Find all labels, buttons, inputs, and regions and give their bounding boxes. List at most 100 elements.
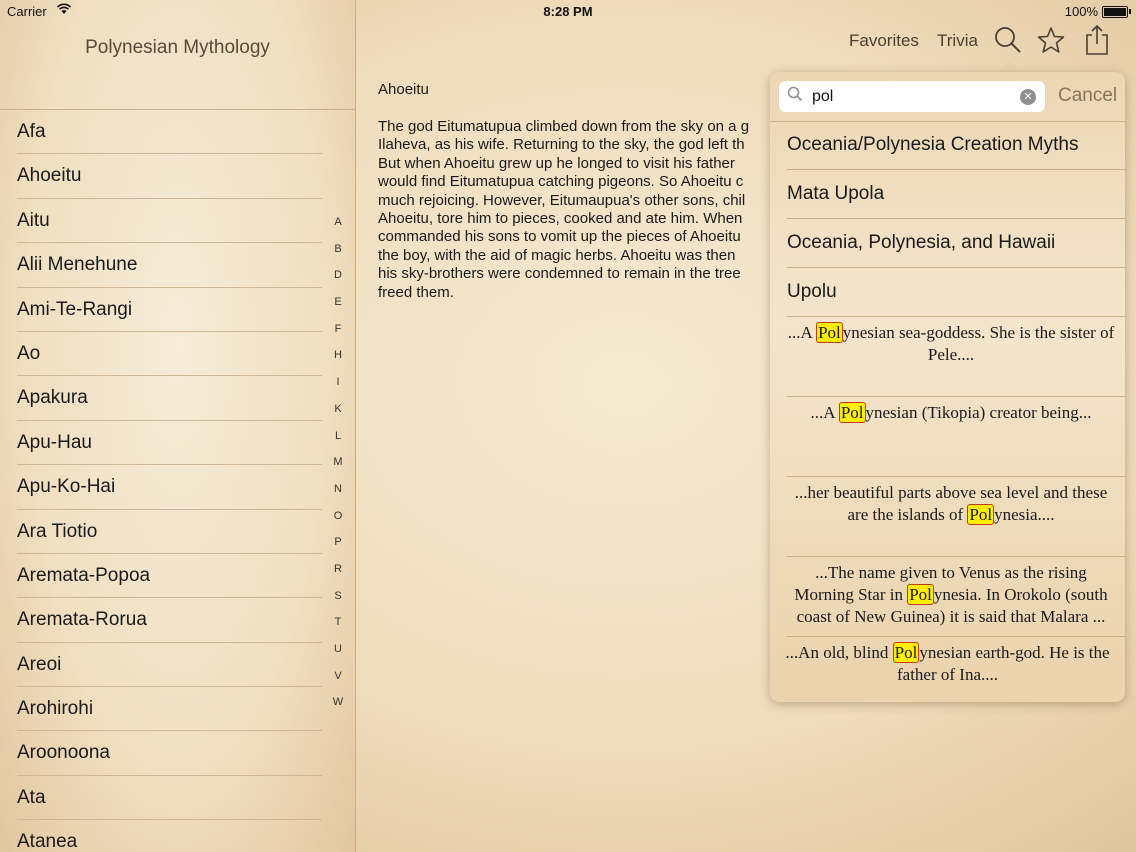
list-item[interactable]: Aitu [17,199,322,244]
search-snippet[interactable]: ...her beautiful parts above sea level a… [787,477,1125,557]
index-letter[interactable]: N [328,483,348,510]
list-item[interactable]: Aroonoona [17,731,322,776]
battery-tip [1129,9,1131,14]
index-letter[interactable]: O [328,510,348,537]
search-result-label: Oceania, Polynesia, and Hawaii [787,232,1056,253]
article-line: would find Eitumatupua catching pigeons.… [378,173,744,191]
index-letter[interactable]: E [328,296,348,323]
index-letter[interactable]: I [328,376,348,403]
article-body: The god Eitumatupua climbed down from th… [378,118,778,308]
list-item[interactable]: Aremata-Popoa [17,554,322,599]
index-letter[interactable]: H [328,349,348,376]
list-item-label: Apakura [17,387,88,409]
status-bar: Carrier 8:28 PM 100% [0,0,1136,22]
article-line: much rejoicing. However, Eitumaupua's ot… [378,191,746,209]
list-item[interactable]: Apu-Ko-Hai [17,465,322,510]
snippet-before: ...An old, blind [785,643,893,662]
snippet-match: Pol [892,642,920,663]
snippet-match: Pol [838,402,866,423]
search-result-label: Mata Upola [787,183,885,204]
search-icon[interactable] [994,26,1022,59]
list-item[interactable]: Aremata-Rorua [17,598,322,643]
article-line: freed them. [378,283,454,301]
index-letter[interactable]: F [328,323,348,350]
article-line: The god Eitumatupua climbed down from th… [378,118,750,135]
list-item[interactable]: Areoi [17,643,322,688]
list-item[interactable]: Ahoeitu [17,154,322,199]
list-item-label: Ao [17,342,41,364]
search-result[interactable]: Oceania/Polynesia Creation Myths [787,121,1125,170]
index-letter[interactable]: W [328,696,348,723]
search-result[interactable]: Upolu [787,268,1125,317]
snippet-match: Pol [816,322,843,343]
index-letter[interactable]: P [328,536,348,563]
snippet-before: ...her beautiful parts above sea level a… [794,483,1108,524]
index-letter[interactable]: S [328,590,348,617]
list-item[interactable]: Ami-Te-Rangi [17,288,322,332]
index-letter[interactable]: L [328,430,348,457]
search-input[interactable] [810,85,1014,109]
magnifier-icon [787,86,803,106]
snippet-match: Pol [907,584,934,605]
section-index[interactable]: A B D E F H I K L M N O P R S T U V W [328,216,348,723]
list-item[interactable]: Apu-Hau [17,421,322,466]
list-item-label: Arohirohi [17,698,94,720]
list-item-label: Atanea [17,831,78,852]
star-icon[interactable] [1037,26,1065,59]
favorites-button[interactable]: Favorites [849,31,919,51]
sidebar: Polynesian Mythology Afa Ahoeitu Aitu Al… [0,0,356,852]
list-item-label: Aremata-Popoa [17,564,151,586]
article-line: But when Ahoeitu grew up he longed to vi… [378,154,735,172]
article-line: commanded his sons to vomit up the piece… [378,228,741,246]
cancel-button[interactable]: Cancel [1058,85,1117,107]
index-letter[interactable]: B [328,243,348,270]
index-letter[interactable]: A [328,216,348,243]
search-snippet[interactable]: ...A Pol ynesian (Tikopia) creator being.… [787,397,1125,477]
search-result[interactable]: Oceania, Polynesia, and Hawaii [787,219,1125,268]
search-bar: ✕ Cancel [770,72,1125,122]
list-item-label: Apu-Hau [17,431,92,453]
battery-percent: 100% [1064,4,1098,19]
article-line: his sky-brothers were condemned to remai… [378,265,741,283]
battery-icon [1102,6,1128,18]
list-item-label: Ata [17,786,46,808]
search-popover: ✕ Cancel Oceania/Polynesia Creation Myth… [770,72,1125,702]
index-letter[interactable]: R [328,563,348,590]
list-item-label: Areoi [17,653,62,675]
search-result[interactable]: Mata Upola [787,170,1125,219]
search-snippet[interactable]: ...An old, blind Pol ynesian earth-god. H… [770,637,1125,702]
list-item[interactable]: Apakura [17,376,322,421]
list-item[interactable]: Ao [17,332,322,377]
clear-icon[interactable]: ✕ [1020,89,1036,105]
search-result-label: Oceania/Polynesia Creation Myths [787,134,1079,155]
list-item-label: Ara Tiotio [17,520,98,542]
article-line: Ahoeitu, tore him to pieces, cooked and … [378,210,743,228]
list-item[interactable]: Ata [17,776,322,821]
snippet-after: ynesia.... [994,505,1055,524]
index-letter[interactable]: U [328,643,348,670]
list-item-label: Alii Menehune [17,254,138,276]
list-item-label: Apu-Ko-Hai [17,476,116,498]
index-letter[interactable]: K [328,403,348,430]
list-item[interactable]: Arohirohi [17,687,322,732]
list-item-label: Ami-Te-Rangi [17,298,133,320]
index-letter[interactable]: T [328,616,348,643]
snippet-match: Pol [967,504,995,525]
search-snippet[interactable]: ...A Pol ynesian sea-goddess. She is the … [787,317,1125,397]
entry-list: Afa Ahoeitu Aitu Alii Menehune Ami-Te-Ra… [0,110,322,852]
index-letter[interactable]: D [328,269,348,296]
list-item[interactable]: Afa [17,110,322,155]
index-letter[interactable]: V [328,670,348,697]
index-letter[interactable]: M [328,456,348,483]
list-item[interactable]: Alii Menehune [17,243,322,288]
trivia-button[interactable]: Trivia [937,31,978,51]
list-item-label: Ahoeitu [17,165,82,187]
share-icon[interactable] [1085,24,1109,61]
snippet-before: ...A [787,323,817,342]
snippet-after: ynesian sea-goddess. She is the sister o… [842,323,1115,364]
list-item[interactable]: Ara Tiotio [17,510,322,554]
list-item-label: Aitu [17,209,50,231]
search-field[interactable]: ✕ [779,81,1045,112]
list-item[interactable]: Atanea [17,820,322,852]
search-snippet[interactable]: ...The name given to Venus as the rising… [787,557,1125,637]
